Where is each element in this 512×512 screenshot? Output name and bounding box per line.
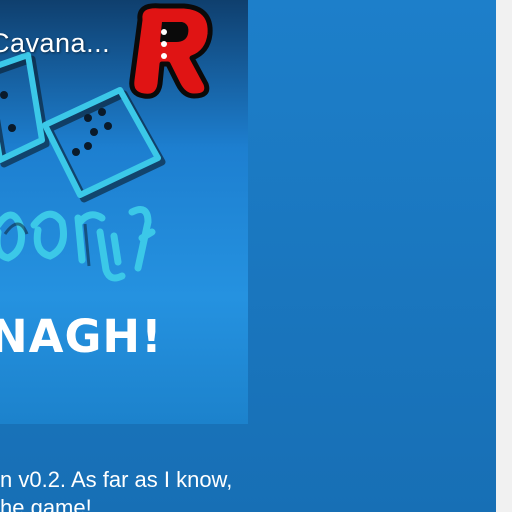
page-scrollbar[interactable] (496, 0, 512, 512)
game-detail-panel: Cavana... NAGH! n v0.2. As far as I know… (0, 0, 496, 512)
description-line: he game! (0, 495, 92, 512)
game-thumbnail[interactable]: Cavana... NAGH! (0, 0, 248, 424)
game-name-text: NAGH! (0, 310, 163, 363)
robot-badge-icon (129, 3, 213, 99)
game-description: n v0.2. As far as I know, he game! (0, 466, 232, 512)
description-line: n v0.2. As far as I know, (0, 467, 233, 492)
game-title-truncated: Cavana... (0, 28, 111, 58)
